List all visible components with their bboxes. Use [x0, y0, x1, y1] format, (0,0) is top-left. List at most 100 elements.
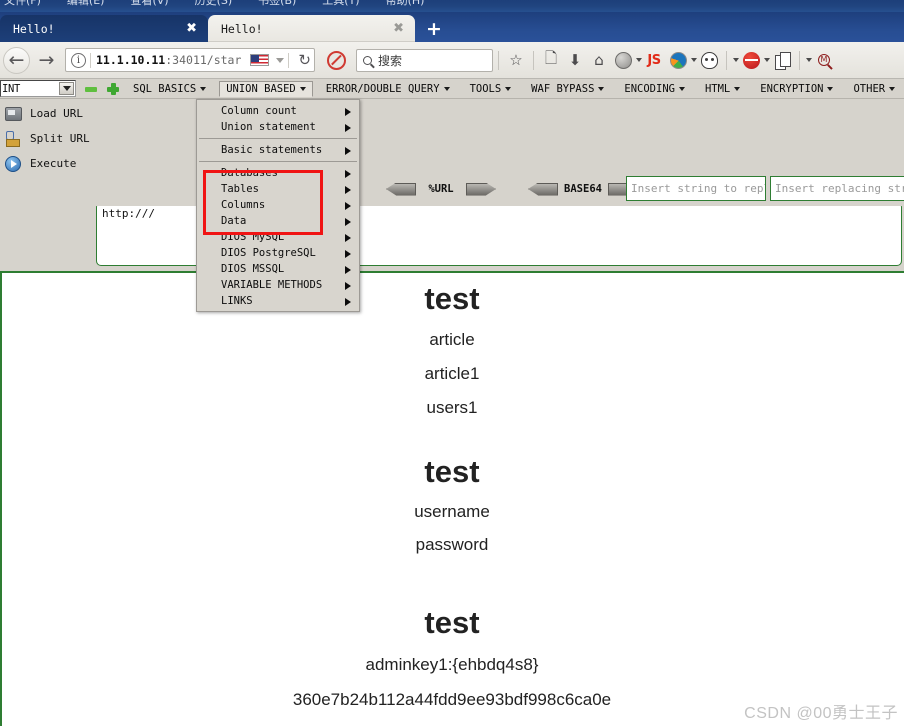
hackbar-type-select[interactable]: INT	[0, 80, 76, 97]
browser-tab-2[interactable]: Hello! ✖	[208, 15, 415, 42]
ie-tab-icon[interactable]	[666, 48, 690, 72]
hackbar-menu-sql-basics[interactable]: SQL BASICS	[126, 81, 213, 97]
globe-icon[interactable]	[611, 48, 635, 72]
hackbar-menu-union-based-label: UNION BASED	[226, 82, 296, 95]
new-tab-button[interactable]: +	[424, 20, 444, 41]
menu-separator-2	[199, 161, 357, 162]
hackbar-menu-encoding[interactable]: ENCODING	[617, 81, 692, 97]
hackbar-menu-other[interactable]: OTHER	[846, 81, 902, 97]
result-block-1-heading: test	[424, 281, 480, 316]
menu-item-column-count[interactable]: Column count	[197, 103, 359, 119]
menu-item-dios-mysql-label: DIOS MySQL	[221, 231, 285, 243]
reload-icon[interactable]: ↻	[298, 51, 311, 69]
hackbar-menu-union-based[interactable]: UNION BASED	[219, 80, 313, 97]
menu-bookmarks[interactable]: 书签(B)	[258, 0, 296, 6]
chevron-down-icon	[827, 86, 834, 91]
base64-decode-button[interactable]	[528, 182, 558, 196]
menu-item-databases-label: Databases	[221, 167, 278, 179]
browser-tab-1[interactable]: Hello! ✖	[0, 15, 208, 42]
chevron-down-icon[interactable]	[276, 57, 285, 63]
search-placeholder-text: 搜索	[378, 53, 403, 68]
ghost-glyph	[700, 51, 718, 69]
replace-with-input[interactable]: Insert replacing string	[770, 176, 904, 201]
menu-item-tables[interactable]: Tables	[197, 181, 359, 197]
menu-item-column-count-label: Column count	[221, 105, 297, 117]
url-decode-button[interactable]	[386, 182, 416, 196]
tab-strip: Hello! ✖ Hello! ✖ +	[0, 12, 904, 42]
back-arrow-icon: ←	[8, 48, 25, 71]
menu-item-union-statement[interactable]: Union statement	[197, 119, 359, 135]
hackbar-menu-error-double-query-label: ERROR/DOUBLE QUERY	[325, 82, 440, 95]
tab-2-close-icon[interactable]: ✖	[390, 22, 407, 35]
menu-file[interactable]: 文件(F)	[4, 0, 41, 6]
submenu-arrow-icon	[345, 201, 351, 210]
menu-item-dios-mysql[interactable]: DIOS MySQL	[197, 229, 359, 245]
hackbar-menu-sql-basics-label: SQL BASICS	[133, 82, 197, 95]
search-icon	[363, 55, 372, 65]
hackbar-menu-tools[interactable]: TOOLS	[463, 81, 519, 97]
load-url-button[interactable]: Load URL	[0, 101, 95, 126]
site-info-icon[interactable]: i	[71, 52, 86, 68]
menu-item-data[interactable]: Data	[197, 213, 359, 229]
replace-search-input[interactable]: Insert string to replace	[626, 176, 766, 201]
menu-help[interactable]: 帮助(H)	[386, 0, 425, 6]
menu-item-data-label: Data	[221, 215, 247, 227]
ghostery-icon[interactable]	[697, 48, 721, 72]
url-encoder-label: %URL	[428, 183, 454, 195]
forward-button[interactable]: →	[33, 47, 60, 74]
hackbar-menu-encryption-label: ENCRYPTION	[760, 82, 824, 95]
collapse-button[interactable]	[84, 82, 98, 96]
chevron-down-icon	[598, 86, 605, 91]
submenu-arrow-icon	[345, 297, 351, 306]
noscript-icon[interactable]	[327, 50, 346, 70]
find-icon[interactable]: M	[812, 48, 836, 72]
chevron-down-icon[interactable]	[59, 82, 74, 95]
submenu-arrow-icon	[345, 265, 351, 274]
menu-item-union-statement-label: Union statement	[221, 121, 316, 133]
menu-item-links-label: LINKS	[221, 295, 253, 307]
submenu-arrow-icon	[345, 169, 351, 178]
menu-item-variable-methods[interactable]: VARIABLE METHODS	[197, 277, 359, 293]
menu-item-dios-mssql[interactable]: DIOS MSSQL	[197, 261, 359, 277]
home-icon[interactable]: ⌂	[587, 48, 611, 72]
menu-history[interactable]: 历史(S)	[195, 0, 233, 6]
menu-view[interactable]: 查看(V)	[130, 0, 168, 6]
menu-tools[interactable]: 工具(T)	[322, 0, 359, 6]
copy-page-icon[interactable]	[770, 48, 794, 72]
search-box[interactable]: 搜索	[356, 48, 493, 72]
split-url-button[interactable]: Split URL	[0, 126, 95, 151]
menu-item-basic-statements[interactable]: Basic statements	[197, 142, 359, 158]
url-encoder-group: %URL	[386, 182, 496, 196]
back-button[interactable]: ←	[3, 46, 30, 74]
hackbar-menu-html[interactable]: HTML	[698, 81, 747, 97]
reading-list-icon[interactable]: 🗋	[539, 48, 563, 72]
menu-item-databases[interactable]: Databases	[197, 165, 359, 181]
submenu-arrow-icon	[345, 249, 351, 258]
tab-1-close-icon[interactable]: ✖	[183, 22, 200, 35]
toolbar-divider-3	[726, 50, 727, 70]
js-toggle-icon[interactable]: JS	[642, 48, 666, 72]
submenu-arrow-icon	[345, 123, 351, 132]
tab-1-label: Hello!	[13, 21, 55, 36]
url-divider	[90, 52, 91, 68]
hackbar-menu-error-double-query[interactable]: ERROR/DOUBLE QUERY	[319, 81, 457, 97]
execute-label: Execute	[30, 157, 77, 170]
ie-glyph	[669, 51, 687, 69]
hackbar-menu-other-label: OTHER	[853, 82, 886, 95]
result-block-3-line-1: adminkey1:{ehbdq4s8}	[365, 655, 539, 675]
expand-button[interactable]	[106, 82, 120, 96]
address-bar[interactable]: i 11.1.10.11:34011/star ↻	[65, 48, 315, 72]
hackbar-encoder-row: %URL BASE64	[0, 172, 904, 206]
menu-item-columns[interactable]: Columns	[197, 197, 359, 213]
proxy-icon[interactable]	[739, 48, 763, 72]
menu-item-dios-postgresql[interactable]: DIOS PostgreSQL	[197, 245, 359, 261]
bookmark-star-icon[interactable]: ☆	[504, 48, 528, 72]
downloads-icon[interactable]: ⬇	[563, 48, 587, 72]
url-path: :34011/star	[165, 53, 242, 67]
menu-edit[interactable]: 编辑(E)	[67, 0, 105, 6]
hackbar-menu-encryption[interactable]: ENCRYPTION	[753, 81, 840, 97]
menu-item-links[interactable]: LINKS	[197, 293, 359, 309]
url-encode-button[interactable]	[466, 182, 496, 196]
submenu-arrow-icon	[345, 146, 351, 155]
hackbar-menu-waf-bypass[interactable]: WAF BYPASS	[524, 81, 611, 97]
